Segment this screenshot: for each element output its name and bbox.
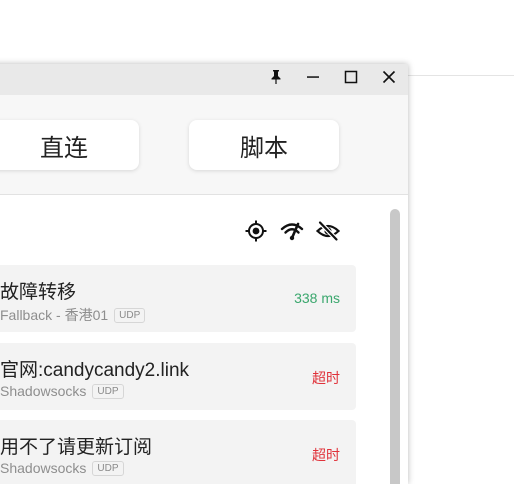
scrollbar-thumb[interactable] [390,209,400,484]
proxy-item[interactable]: 官网:candycandy2.link Shadowsocks UDP 超时 [0,343,356,410]
app-window: 直连 脚本 故障转移 Fallback - 香港01 UDP 338 ms 官网… [0,64,408,484]
network-check-icon [280,220,304,247]
crosshair-icon [245,220,267,247]
proxy-meta: Shadowsocks UDP [0,460,124,476]
proxy-delay[interactable]: 338 ms [294,290,340,306]
locate-button[interactable] [244,220,268,247]
pin-button[interactable] [260,64,292,95]
proxy-name: 用不了请更新订阅 [0,437,153,458]
maximize-button[interactable] [335,64,367,95]
hide-unavailable-button[interactable] [315,220,341,247]
delay-test-button[interactable] [280,221,304,245]
udp-badge: UDP [92,460,124,476]
proxy-name: 官网:candycandy2.link [0,360,190,381]
proxy-item[interactable]: 用不了请更新订阅 Shadowsocks UDP 超时 [0,420,356,484]
udp-badge: UDP [114,307,146,323]
pin-icon [269,69,283,90]
minimize-button[interactable] [297,64,329,95]
proxy-type: Shadowsocks [0,460,87,476]
proxy-delay[interactable]: 超时 [312,445,340,465]
close-button[interactable] [373,64,405,95]
minimize-icon [306,70,320,89]
mode-direct-button[interactable]: 直连 [0,120,139,170]
proxy-meta: Fallback - 香港01 UDP [0,305,146,325]
proxy-item[interactable]: 故障转移 Fallback - 香港01 UDP 338 ms [0,265,356,332]
mode-script-button[interactable]: 脚本 [189,120,339,170]
background-divider [407,75,514,76]
proxy-name: 故障转移 [0,282,77,303]
eye-off-icon [315,220,341,247]
proxy-toolbar [244,220,341,247]
proxy-meta: Shadowsocks UDP [0,383,124,399]
udp-badge: UDP [92,383,124,399]
proxy-type: Fallback - 香港01 [0,307,109,323]
maximize-icon [344,70,358,89]
mode-selector: 直连 脚本 [0,95,408,195]
proxy-type: Shadowsocks [0,383,87,399]
proxy-delay[interactable]: 超时 [312,368,340,388]
close-icon [382,70,396,89]
title-bar[interactable] [0,64,408,95]
proxy-group-panel: 故障转移 Fallback - 香港01 UDP 338 ms 官网:candy… [0,195,408,484]
